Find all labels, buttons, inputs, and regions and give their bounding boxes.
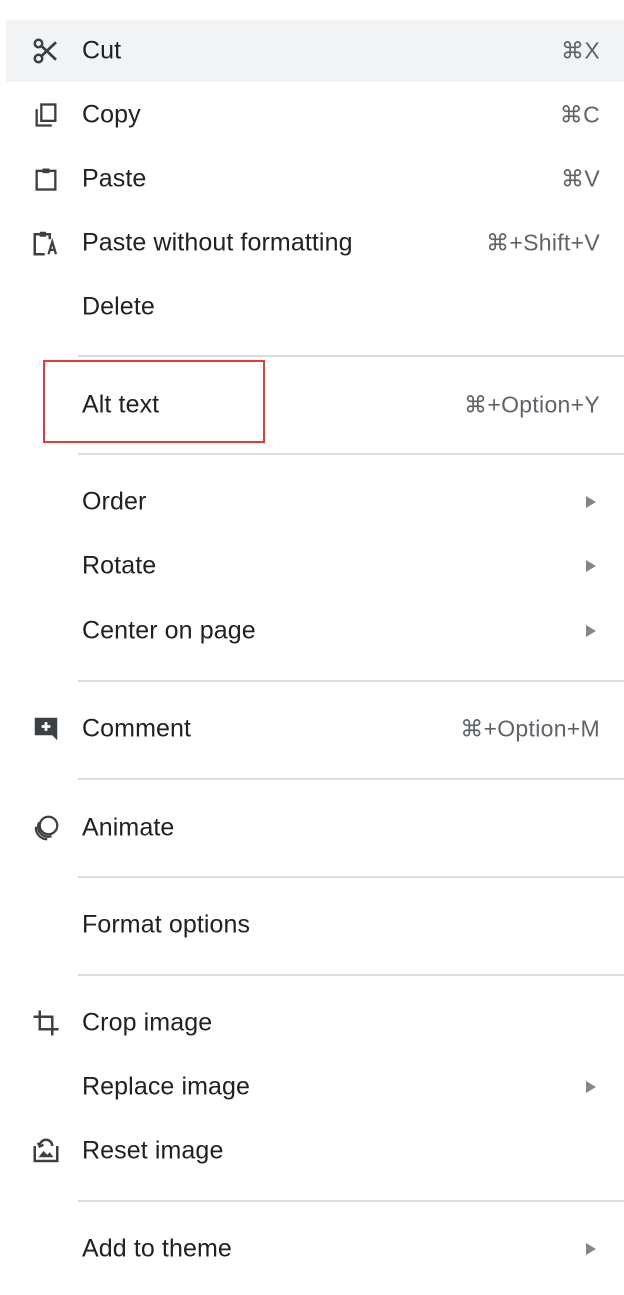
add-comment-icon [28, 711, 64, 747]
menu-item-label: Replace image [82, 1072, 251, 1101]
shortcut-text: ⌘C [559, 101, 600, 128]
menu-item-comment[interactable]: Comment ⌘+Option+M [6, 698, 624, 760]
menu-item-label: Cut [82, 36, 122, 65]
menu-item-label: Reset image [82, 1136, 224, 1165]
menu-item-cut[interactable]: Cut ⌘X [6, 20, 624, 82]
menu-item-order[interactable]: Order [6, 471, 624, 533]
menu-separator [78, 974, 624, 976]
menu-separator [78, 778, 624, 780]
menu-item-label: Comment [82, 714, 192, 743]
menu-item-copy[interactable]: Copy ⌘C [6, 84, 624, 146]
menu-item-center-on-page[interactable]: Center on page [6, 600, 624, 662]
menu-item-rotate[interactable]: Rotate [6, 535, 624, 597]
highlight-annotation-box [43, 360, 265, 443]
menu-item-paste-without-formatting[interactable]: Paste without formatting ⌘+Shift+V [6, 212, 624, 274]
menu-item-label: Crop image [82, 1008, 213, 1037]
menu-item-label: Animate [82, 813, 175, 842]
menu-item-replace-image[interactable]: Replace image [6, 1056, 624, 1118]
menu-item-label: Paste [82, 164, 147, 193]
context-menu: Cut ⌘X Copy ⌘C Paste ⌘V Paste without fo… [0, 0, 624, 1295]
menu-separator [78, 680, 624, 682]
menu-item-crop-image[interactable]: Crop image [6, 992, 624, 1054]
shortcut-text: ⌘V [561, 165, 600, 192]
shortcut-text: ⌘+Shift+V [486, 229, 600, 256]
submenu-arrow-icon [586, 1243, 596, 1255]
menu-item-format-options[interactable]: Format options [6, 894, 624, 956]
menu-item-label: Paste without formatting [82, 228, 353, 257]
menu-item-add-to-theme[interactable]: Add to theme [6, 1218, 624, 1280]
menu-item-label: Add to theme [82, 1234, 232, 1263]
clipboard-icon [28, 161, 64, 197]
menu-item-paste[interactable]: Paste ⌘V [6, 148, 624, 210]
submenu-arrow-icon [586, 625, 596, 637]
menu-separator [78, 1200, 624, 1202]
reset-image-icon [28, 1133, 64, 1169]
submenu-arrow-icon [586, 1081, 596, 1093]
menu-item-animate[interactable]: Animate [6, 797, 624, 859]
menu-item-label: Delete [82, 292, 155, 321]
paste-text-icon [28, 225, 64, 261]
menu-item-label: Format options [82, 910, 251, 939]
menu-item-label: Copy [82, 100, 141, 129]
menu-separator [78, 355, 624, 357]
submenu-arrow-icon [586, 560, 596, 572]
menu-item-reset-image[interactable]: Reset image [6, 1120, 624, 1182]
crop-icon [28, 1005, 64, 1041]
menu-item-delete[interactable]: Delete [6, 276, 624, 338]
copy-icon [28, 97, 64, 133]
menu-item-label: Center on page [82, 616, 256, 645]
submenu-arrow-icon [586, 496, 596, 508]
shortcut-text: ⌘X [561, 37, 600, 64]
menu-item-label: Order [82, 487, 147, 516]
shortcut-text: ⌘+Option+M [460, 715, 600, 742]
menu-separator [78, 876, 624, 878]
scissors-icon [28, 33, 64, 69]
shortcut-text: ⌘+Option+Y [464, 391, 600, 418]
menu-separator [78, 453, 624, 455]
menu-item-label: Rotate [82, 551, 157, 580]
animate-icon [28, 810, 64, 846]
